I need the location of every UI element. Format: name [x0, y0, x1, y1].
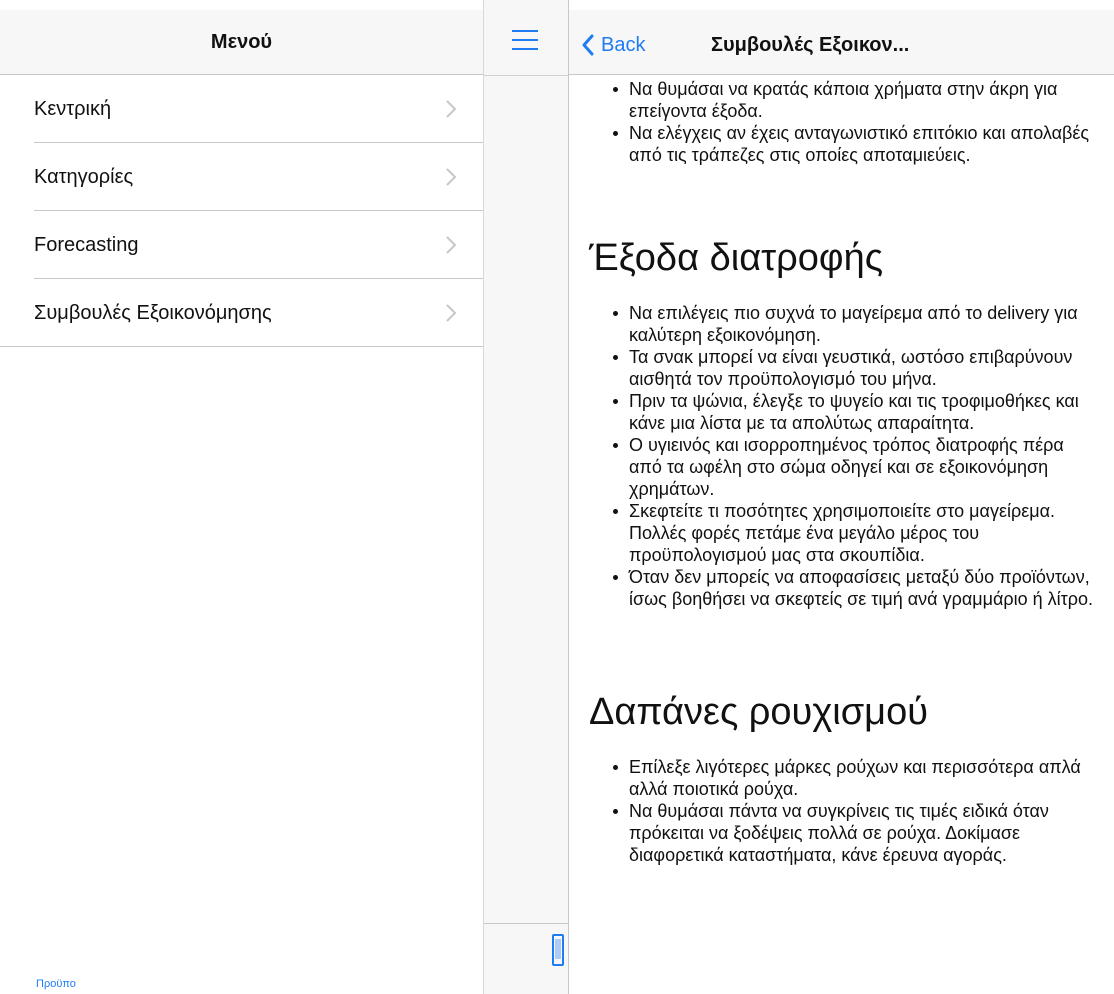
- hamburger-menu-icon[interactable]: [512, 30, 538, 50]
- menu-title: Μενού: [210, 30, 273, 53]
- phone-icon[interactable]: [552, 934, 564, 966]
- menu-item-label: Forecasting: [34, 233, 139, 256]
- list-item: Επίλεξε λιγότερες μάρκες ρούχων και περι…: [613, 756, 1114, 800]
- menu-header: Μενού: [0, 10, 483, 75]
- menu-item-label: Κατηγορίες: [34, 165, 134, 188]
- chevron-right-icon: [446, 236, 457, 254]
- content-panel: Back Συμβουλές Εξοικον... Να θυμάσαι να …: [568, 0, 1114, 994]
- chevron-right-icon: [446, 304, 457, 322]
- tab-label[interactable]: Προϋπο: [36, 978, 76, 990]
- menu-list: Κεντρική Κατηγορίες Forecasting Συμβουλέ…: [0, 75, 483, 347]
- list-item: Να επιλέγεις πιο συχνά το μαγείρεμα από …: [613, 302, 1114, 346]
- section-heading-food: Έξοδα διατροφής: [589, 237, 884, 279]
- section-heading-clothing: Δαπάνες ρουχισμού: [589, 691, 928, 733]
- clothing-tips-list: Επίλεξε λιγότερες μάρκες ρούχων και περι…: [569, 756, 1114, 866]
- menu-item-savings-tips[interactable]: Συμβουλές Εξοικονόμησης: [0, 279, 483, 347]
- underlying-view-strip: [484, 0, 568, 994]
- list-item: Ο υγιεινός και ισορροπημένος τρόπος διατ…: [613, 434, 1114, 500]
- savings-list: Να θυμάσαι να κρατάς κάποια χρήματα στην…: [569, 78, 1114, 166]
- menu-item-label: Κεντρική: [34, 97, 112, 120]
- food-tips-list: Να επιλέγεις πιο συχνά το μαγείρεμα από …: [569, 302, 1114, 610]
- menu-item-forecasting[interactable]: Forecasting: [0, 211, 483, 279]
- menu-panel: Μενού Κεντρική Κατηγορίες Forecasting Συ…: [0, 0, 484, 994]
- page-title: Συμβουλές Εξοικον...: [711, 34, 910, 56]
- list-item: Σκεφτείτε τι ποσότητες χρησιμοποιείτε στ…: [613, 500, 1114, 566]
- list-item: Πριν τα ψώνια, έλεγξε το ψυγείο και τις …: [613, 390, 1114, 434]
- chevron-left-icon: [582, 34, 594, 56]
- list-item: Να θυμάσαι να κρατάς κάποια χρήματα στην…: [613, 78, 1114, 122]
- list-item: Να ελέγχεις αν έχεις ανταγωνιστικό επιτό…: [613, 122, 1114, 166]
- menu-item-label: Συμβουλές Εξοικονόμησης: [34, 301, 272, 324]
- back-label: Back: [601, 33, 646, 56]
- chevron-right-icon: [446, 100, 457, 118]
- divider: [484, 75, 568, 76]
- back-button[interactable]: Back: [581, 32, 645, 58]
- list-item: Τα σνακ μπορεί να είναι γευστικά, ωστόσο…: [613, 346, 1114, 390]
- list-item: Να θυμάσαι πάντα να συγκρίνεις τις τιμές…: [613, 800, 1114, 866]
- navigation-bar: Back Συμβουλές Εξοικον...: [569, 10, 1114, 75]
- chevron-right-icon: [446, 168, 457, 186]
- list-item: Όταν δεν μπορείς να αποφασίσεις μεταξύ δ…: [613, 566, 1114, 610]
- menu-item-home[interactable]: Κεντρική: [0, 75, 483, 143]
- menu-item-categories[interactable]: Κατηγορίες: [0, 143, 483, 211]
- tab-bar: [484, 923, 568, 994]
